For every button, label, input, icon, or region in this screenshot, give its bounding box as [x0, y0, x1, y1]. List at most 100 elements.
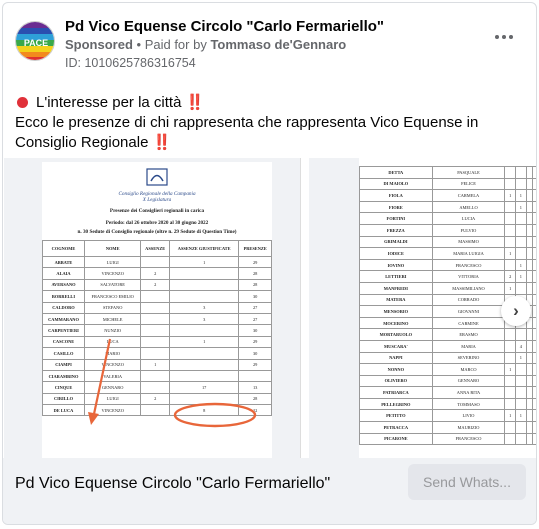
table-cell	[504, 397, 516, 411]
table-cell	[515, 247, 527, 260]
annotation-overlay	[88, 338, 257, 428]
table-cell: FIOLA	[359, 189, 433, 202]
table-cell: LETTIERI	[359, 270, 433, 283]
table-cell: LIVIO	[431, 409, 506, 423]
table-cell-empty	[531, 421, 536, 434]
table-cell-empty	[531, 189, 536, 202]
table-cell: MARIA	[431, 339, 506, 353]
chevron-right-icon[interactable]: ›	[501, 296, 531, 326]
table-cell: PETITTO	[359, 409, 433, 423]
table-row: PATRIARCA ANNA RITA	[359, 386, 536, 399]
table-cell	[515, 386, 527, 399]
ad-header: PACE Pd Vico Equense Circolo "Carlo Ferm…	[15, 15, 524, 75]
table-cell-empty	[531, 166, 536, 179]
table-row: PETITTO LIVIO 1 1	[359, 409, 536, 423]
table-cell: MARIA LUIGIA	[431, 247, 506, 260]
table-cell	[515, 281, 527, 295]
table-cell: AMELLO	[431, 200, 506, 214]
table-cell: SEVERINO	[431, 351, 506, 365]
sponsored-label: Sponsored	[65, 37, 133, 52]
image-carousel[interactable]: Consiglio Regionale della Campania X Leg…	[4, 158, 536, 458]
table-row: NONNO MARCO 1	[359, 363, 536, 376]
table-row: FIORE AMELLO 1	[359, 200, 536, 214]
table-row: GRIMALDI MASSIMO	[359, 235, 536, 249]
table-cell: MORTARUOLO	[359, 328, 433, 341]
table-row: LETTIERI VITTORIA 2 1	[359, 270, 536, 283]
paid-for-prefix: Paid for by	[144, 37, 211, 52]
table-row: FIOLA CARMELA 1 1	[359, 189, 536, 202]
table-row: IODICE MARIA LUIGIA 1	[359, 247, 536, 260]
table-cell	[515, 363, 527, 376]
ad-body-text: L'interesse per la città ‼️ Ecco le pres…	[15, 93, 522, 153]
table-cell: PETRACCA	[359, 421, 433, 434]
table-cell	[504, 212, 516, 225]
table-cell	[504, 200, 516, 214]
table-row: FORTINI LUCIA	[359, 212, 536, 225]
table-cell: 2	[504, 270, 516, 283]
table-cell: 1	[515, 409, 527, 423]
table-row: IOVINO FRANCESCO 1	[359, 258, 536, 272]
table-cell: 1	[515, 189, 527, 202]
table-cell-empty	[531, 212, 536, 225]
table-cell-empty	[531, 281, 536, 295]
table-cell-empty	[531, 235, 536, 249]
meta-separator: •	[132, 37, 145, 52]
rainbow-peace-flag-icon: PACE	[16, 22, 54, 60]
paid-for-name[interactable]: Tommaso de'Gennaro	[210, 37, 346, 52]
table-cell: IODICE	[359, 247, 433, 260]
table-cell: PASQUALE	[431, 166, 506, 179]
page-name[interactable]: Pd Vico Equense Circolo "Carlo Fermariel…	[65, 18, 384, 35]
table-cell	[515, 432, 527, 446]
table-cell: FRANCESCO	[431, 432, 506, 446]
table-cell: ANNA RITA	[431, 386, 506, 399]
table-cell-empty	[531, 339, 536, 353]
table-cell: MENSORIO	[359, 305, 433, 318]
table-row: NAPPI SEVERINO 1	[359, 351, 536, 365]
send-whatsapp-button[interactable]: Send Whats...	[408, 464, 526, 500]
table-row: MUSCARA' MARIA 4	[359, 339, 536, 353]
table-cell	[504, 235, 516, 249]
table-cell: DI MAIOLO	[359, 177, 433, 191]
table-cell: MARCO	[431, 363, 506, 376]
table-cell	[504, 328, 516, 341]
table-cell: 1	[504, 363, 516, 376]
table-row: FREZZA FULVIO	[359, 223, 536, 237]
table-cell: GRIMALDI	[359, 235, 433, 249]
table-cell: MUSCARA'	[359, 339, 433, 353]
annotation-arrow-line	[92, 338, 112, 415]
table-cell-empty	[531, 177, 536, 191]
table-cell: CARMELA	[431, 189, 506, 202]
footer-title[interactable]: Pd Vico Equense Circolo "Carlo Fermariel…	[15, 475, 330, 493]
sponsored-meta: Sponsored • Paid for by Tommaso de'Genna…	[65, 37, 346, 52]
table-cell-empty	[531, 247, 536, 260]
more-options-icon[interactable]	[492, 29, 516, 45]
table-cell-empty	[531, 293, 536, 307]
table-cell-empty	[531, 386, 536, 399]
table-cell: TOMMASO	[431, 397, 506, 411]
table-row: OLIVIERO GENNARO	[359, 374, 536, 388]
attendance-document-page-1: Consiglio Regionale della Campania X Leg…	[42, 162, 272, 458]
table-cell: NAPPI	[359, 351, 433, 365]
red-circle-icon	[17, 97, 28, 108]
table-row: PICARONE FRANCESCO	[359, 432, 536, 446]
page-avatar[interactable]: PACE	[15, 21, 55, 61]
table-cell: ERASMO	[431, 328, 506, 341]
ad-line-1: L'interesse per la città ‼️	[36, 94, 205, 111]
ad-card: PACE Pd Vico Equense Circolo "Carlo Ferm…	[2, 2, 537, 525]
carousel-slide-1[interactable]: Consiglio Regionale della Campania X Leg…	[4, 158, 301, 458]
table-cell	[504, 374, 516, 388]
table-row: DETTA PASQUALE	[359, 166, 536, 179]
table-cell: FREZZA	[359, 223, 433, 237]
table-cell: PELLEGRINO	[359, 397, 433, 411]
table-cell	[515, 177, 527, 191]
table-cell	[515, 212, 527, 225]
table-cell-empty	[531, 374, 536, 388]
table-cell: CORRADO	[431, 293, 506, 307]
table-cell: PATRIARCA	[359, 386, 433, 399]
table-cell: 1	[515, 200, 527, 214]
annotation-arrowhead	[88, 412, 99, 425]
table-cell	[515, 166, 527, 179]
table-cell	[515, 223, 527, 237]
table-cell-empty	[531, 328, 536, 341]
table-cell-empty	[531, 409, 536, 423]
